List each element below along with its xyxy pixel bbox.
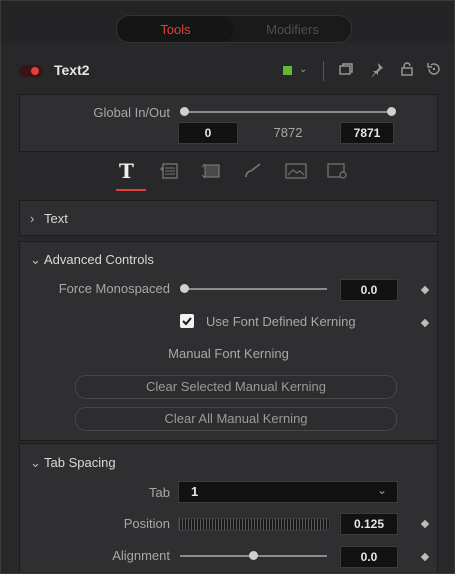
checkmark-icon bbox=[182, 317, 192, 326]
tab-label: Tab bbox=[149, 485, 170, 500]
node-enable-toggle[interactable] bbox=[19, 65, 43, 77]
use-font-kerning-checkbox[interactable] bbox=[180, 314, 194, 328]
tab-transform[interactable] bbox=[201, 163, 221, 184]
tools-modifiers-switch: Tools Modifiers bbox=[116, 15, 352, 43]
text-section[interactable]: › Text bbox=[19, 200, 438, 236]
keyframe-icon[interactable] bbox=[420, 519, 430, 529]
manual-font-kerning-label: Manual Font Kerning bbox=[168, 346, 289, 361]
tab-spacing-title: Tab Spacing bbox=[44, 455, 116, 470]
pin-icon[interactable] bbox=[369, 61, 385, 80]
tab-select[interactable]: 1 ⌄ bbox=[178, 481, 398, 503]
text-section-header[interactable]: › Text bbox=[30, 211, 68, 226]
chevron-down-icon: ⌄ bbox=[30, 252, 41, 267]
node-header: Text2 ⌄ bbox=[1, 53, 454, 89]
position-field[interactable]: 0.125 bbox=[340, 513, 398, 535]
global-in-field[interactable]: 0 bbox=[178, 122, 238, 144]
tab-spacing-header[interactable]: ⌄ Tab Spacing bbox=[30, 455, 116, 471]
inspector-tabs: T bbox=[19, 151, 436, 197]
position-thumbwheel[interactable] bbox=[178, 518, 330, 531]
global-duration: 7872 bbox=[273, 125, 303, 140]
active-tab-underline bbox=[116, 189, 146, 191]
global-out-handle[interactable] bbox=[387, 107, 396, 116]
force-monospaced-field[interactable]: 0.0 bbox=[340, 279, 398, 301]
inspector-panel: Tools Modifiers Text2 ⌄ Global In/Out 0 … bbox=[0, 0, 455, 574]
keyframe-icon[interactable] bbox=[420, 318, 430, 328]
tab-select-value: 1 bbox=[191, 484, 199, 499]
chevron-down-icon: ⌄ bbox=[30, 455, 41, 470]
lock-icon[interactable] bbox=[400, 61, 414, 80]
keyframe-icon[interactable] bbox=[420, 285, 430, 295]
advanced-controls-title: Advanced Controls bbox=[44, 252, 154, 267]
advanced-controls-header[interactable]: ⌄ Advanced Controls bbox=[30, 252, 154, 268]
tab-layout[interactable] bbox=[159, 163, 179, 184]
tab-tools[interactable]: Tools bbox=[117, 16, 234, 42]
chevron-down-icon[interactable]: ⌄ bbox=[299, 64, 307, 75]
global-in-out-label: Global In/Out bbox=[93, 105, 170, 120]
tab-image[interactable] bbox=[285, 163, 307, 184]
clear-selected-kerning-button[interactable]: Clear Selected Manual Kerning bbox=[75, 375, 397, 399]
chevron-right-icon: › bbox=[30, 211, 35, 226]
force-monospaced-label: Force Monospaced bbox=[58, 281, 170, 296]
alignment-field[interactable]: 0.0 bbox=[340, 546, 398, 568]
text-section-title: Text bbox=[44, 211, 68, 226]
global-in-out-panel: Global In/Out 0 7872 7871 bbox=[19, 94, 438, 152]
global-range-track[interactable] bbox=[185, 111, 392, 113]
tab-text[interactable]: T bbox=[119, 159, 134, 183]
tab-shading[interactable] bbox=[243, 163, 263, 184]
node-color-swatch[interactable] bbox=[283, 66, 292, 75]
chevron-down-icon: ⌄ bbox=[376, 483, 387, 497]
node-name: Text2 bbox=[54, 62, 90, 78]
tab-modifiers[interactable]: Modifiers bbox=[234, 16, 351, 42]
tab-spacing-section: ⌄ Tab Spacing Tab 1 ⌄ Position 0.125 Alig… bbox=[19, 443, 438, 572]
tab-settings[interactable] bbox=[327, 163, 349, 184]
alignment-label: Alignment bbox=[112, 548, 170, 563]
alignment-slider[interactable] bbox=[249, 551, 258, 560]
global-in-handle[interactable] bbox=[180, 107, 189, 116]
position-label: Position bbox=[123, 516, 170, 531]
header-separator bbox=[323, 61, 324, 81]
advanced-controls-section: ⌄ Advanced Controls Force Monospaced 0.0 … bbox=[19, 241, 438, 441]
use-font-kerning-label: Use Font Defined Kerning bbox=[206, 314, 356, 329]
force-monospaced-track[interactable] bbox=[185, 288, 327, 290]
global-out-field[interactable]: 7871 bbox=[340, 122, 394, 144]
inspector-topbar: Tools Modifiers bbox=[1, 1, 454, 43]
reset-icon[interactable] bbox=[426, 61, 442, 80]
clear-all-kerning-button[interactable]: Clear All Manual Kerning bbox=[75, 407, 397, 431]
version-icon[interactable] bbox=[338, 61, 354, 80]
force-monospaced-slider[interactable] bbox=[180, 284, 189, 293]
keyframe-icon[interactable] bbox=[420, 552, 430, 562]
